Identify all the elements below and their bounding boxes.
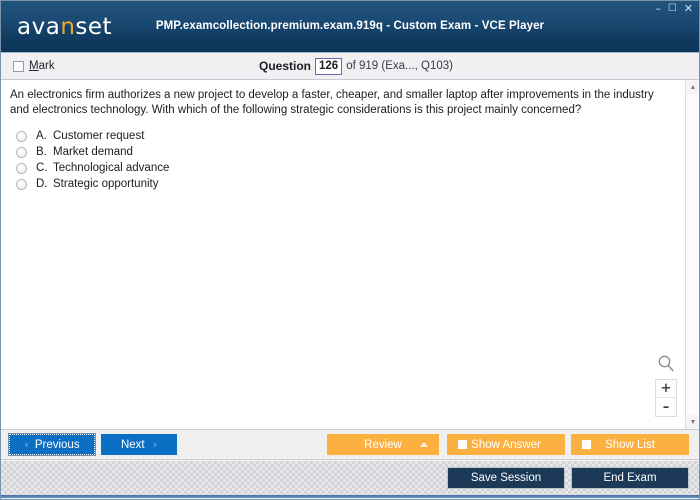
chevron-up-icon (420, 442, 428, 447)
question-counter: Question 126 of 919 (Exa..., Q103) (259, 58, 453, 75)
show-list-button[interactable]: Show List (571, 434, 689, 455)
magnifier-icon[interactable] (655, 353, 677, 375)
radio-icon-d[interactable] (16, 179, 27, 190)
chevron-right-icon: › (153, 438, 157, 451)
end-exam-button[interactable]: End Exam (571, 467, 689, 489)
save-session-button[interactable]: Save Session (447, 467, 565, 489)
bottom-accent-rule (1, 495, 699, 498)
show-list-checkbox-icon[interactable] (582, 440, 591, 449)
maximize-icon[interactable]: ☐ (668, 4, 677, 14)
review-button-label: Review (364, 439, 402, 451)
answer-options-list: A. Customer request B. Market demand C. … (10, 128, 675, 192)
show-answer-button-label: Show Answer (471, 439, 541, 451)
answer-option-d[interactable]: D. Strategic opportunity (10, 176, 675, 192)
question-panel: An electronics firm authorizes a new pro… (1, 80, 685, 429)
previous-button-label: Previous (35, 439, 80, 451)
mark-label-rest: ark (39, 60, 55, 72)
show-answer-checkbox-icon[interactable] (458, 440, 467, 449)
option-letter-b: B. (36, 146, 53, 158)
radio-icon-b[interactable] (16, 147, 27, 158)
radio-icon-a[interactable] (16, 131, 27, 142)
action-toolbar: ‹ Previous Next › Review Show Answer Sho… (1, 430, 699, 460)
mark-checkbox[interactable] (13, 61, 24, 72)
zoom-in-button[interactable]: + (656, 380, 676, 398)
question-number-input[interactable]: 126 (315, 58, 342, 75)
option-text-d: Strategic opportunity (53, 178, 158, 190)
window-title: PMP.examcollection.premium.exam.919q - C… (1, 20, 699, 32)
status-bar: Save Session End Exam (1, 460, 699, 498)
scroll-up-arrow-icon[interactable]: ▲ (686, 80, 699, 94)
next-button[interactable]: Next › (101, 434, 177, 455)
window-controls: – ☐ ✕ (655, 4, 693, 14)
review-button[interactable]: Review (327, 434, 439, 455)
title-bar: avanset PMP.examcollection.premium.exam.… (1, 1, 699, 53)
question-text: An electronics firm authorizes a new pro… (10, 88, 675, 118)
close-icon[interactable]: ✕ (684, 4, 693, 14)
question-content-area: An electronics firm authorizes a new pro… (1, 80, 699, 430)
previous-button[interactable]: ‹ Previous (9, 434, 95, 455)
question-header-bar: Mark Question 126 of 919 (Exa..., Q103) (1, 53, 699, 80)
scroll-down-arrow-icon[interactable]: ▼ (686, 415, 699, 429)
chevron-left-icon: ‹ (24, 438, 28, 451)
question-counter-total: of 919 (Exa..., Q103) (346, 60, 453, 72)
mark-checkbox-group[interactable]: Mark (13, 60, 55, 72)
answer-option-a[interactable]: A. Customer request (10, 128, 675, 144)
answer-option-b[interactable]: B. Market demand (10, 144, 675, 160)
mark-label-accel: M (29, 60, 39, 72)
option-letter-c: C. (36, 162, 53, 174)
question-counter-label: Question (259, 59, 311, 73)
option-text-c: Technological advance (53, 162, 169, 174)
zoom-out-button[interactable]: – (656, 398, 676, 416)
answer-option-c[interactable]: C. Technological advance (10, 160, 675, 176)
minimize-icon[interactable]: – (655, 4, 661, 14)
vce-player-window: avanset PMP.examcollection.premium.exam.… (0, 0, 700, 500)
option-text-a: Customer request (53, 130, 144, 142)
zoom-button-group: + – (655, 379, 677, 417)
option-letter-a: A. (36, 130, 53, 142)
option-letter-d: D. (36, 178, 53, 190)
option-text-b: Market demand (53, 146, 133, 158)
vertical-scrollbar[interactable]: ▲ ▼ (685, 80, 699, 429)
next-button-label: Next (121, 439, 145, 451)
show-list-button-label: Show List (605, 439, 655, 451)
scrollbar-track[interactable] (686, 94, 699, 415)
show-answer-button[interactable]: Show Answer (447, 434, 565, 455)
radio-icon-c[interactable] (16, 163, 27, 174)
mark-label: Mark (29, 60, 55, 72)
zoom-controls: + – (653, 353, 679, 417)
